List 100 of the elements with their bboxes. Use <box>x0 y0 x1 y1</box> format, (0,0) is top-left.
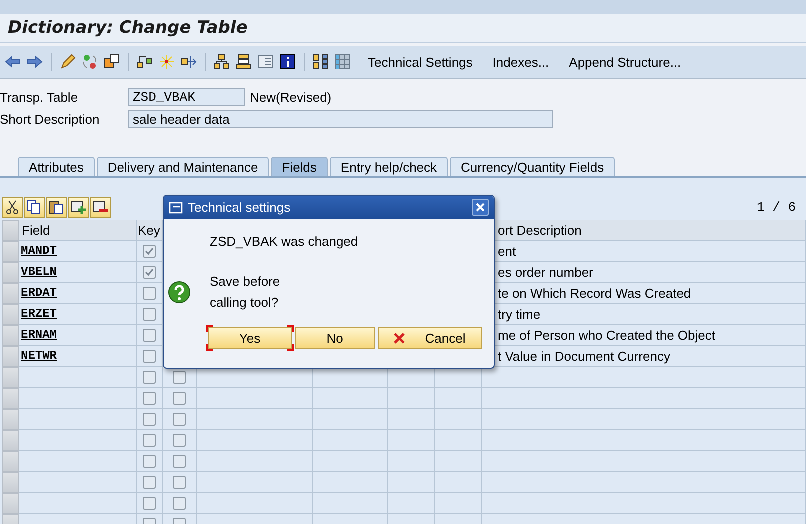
sparkle-icon[interactable] <box>158 53 176 71</box>
checkbox[interactable] <box>143 308 156 320</box>
cut-button[interactable] <box>2 197 23 218</box>
structure-icon[interactable] <box>312 53 330 71</box>
table-cell <box>388 409 435 430</box>
checkbox[interactable] <box>173 454 186 468</box>
row-selector[interactable] <box>2 409 19 430</box>
toolbar-button[interactable]: Technical Settings <box>364 52 477 72</box>
field-name[interactable]: ERZET <box>21 307 58 321</box>
tab[interactable]: Entry help/check <box>330 157 448 176</box>
checkbox[interactable] <box>143 476 156 488</box>
dialog-question: calling tool? <box>210 294 280 312</box>
checkbox[interactable] <box>143 266 156 278</box>
row-selector[interactable] <box>2 304 19 325</box>
stack-icon[interactable] <box>235 53 253 71</box>
copy-button[interactable] <box>24 197 45 218</box>
tab[interactable]: Currency/Quantity Fields <box>450 157 616 176</box>
toolbar-button[interactable]: Indexes... <box>488 52 554 72</box>
copy-icon <box>27 200 42 215</box>
close-icon <box>476 203 485 212</box>
table-cell <box>435 472 482 493</box>
checkbox[interactable] <box>173 434 186 446</box>
tab[interactable]: Attributes <box>18 157 95 176</box>
dialog-button[interactable]: Yes <box>208 327 292 349</box>
row-selector[interactable] <box>2 367 19 388</box>
navigation-icon[interactable] <box>180 53 198 71</box>
field-name[interactable]: ERNAM <box>21 328 58 342</box>
checkbox[interactable] <box>173 496 186 510</box>
row-selector[interactable] <box>2 241 19 262</box>
toolbar-button[interactable]: Append Structure... <box>565 52 686 72</box>
scissors-icon <box>5 200 20 215</box>
delete-row-icon <box>93 200 108 215</box>
table-cell <box>435 493 482 514</box>
field-label: Transp. Table <box>0 90 80 104</box>
question-icon <box>168 280 191 304</box>
description-field[interactable]: sale header data <box>128 110 553 128</box>
field-name[interactable]: VBELN <box>21 265 58 279</box>
row-selector[interactable] <box>2 451 19 472</box>
column-header: Field <box>19 220 137 241</box>
screen-title: Dictionary: Change Table <box>8 18 248 38</box>
dialog-button[interactable]: No <box>295 327 375 349</box>
row-selector[interactable] <box>2 325 19 346</box>
object-copy-icon[interactable] <box>103 53 121 71</box>
hierarchy-icon[interactable] <box>213 53 231 71</box>
table-name-field[interactable]: ZSD_VBAK <box>128 88 245 106</box>
checkbox[interactable] <box>143 496 156 510</box>
status-text: New(Revised) <box>250 90 332 104</box>
row-selector[interactable] <box>2 262 19 283</box>
checkbox[interactable] <box>143 454 156 468</box>
table-cell <box>388 451 435 472</box>
list-window-icon[interactable] <box>257 53 275 71</box>
checkbox[interactable] <box>143 244 156 258</box>
dialog-button[interactable]: Cancel <box>378 327 482 349</box>
checkbox[interactable] <box>143 350 156 362</box>
checkbox[interactable] <box>143 412 156 426</box>
row-selector[interactable] <box>2 430 19 451</box>
row-selector[interactable] <box>2 388 19 409</box>
dialog-question: Save before <box>210 273 280 291</box>
table-cell <box>435 451 482 472</box>
table-cell <box>388 493 435 514</box>
field-name[interactable]: MANDT <box>21 244 58 258</box>
table-cell <box>388 472 435 493</box>
field-label: Short Description <box>0 112 101 126</box>
paste-icon <box>49 200 64 215</box>
dialog-message: ZSD_VBAK was changed <box>210 233 360 251</box>
tab[interactable]: Fields <box>271 157 328 176</box>
insert-row-icon <box>71 200 86 215</box>
checkbox[interactable] <box>143 370 156 384</box>
tab[interactable]: Delivery and Maintenance <box>96 157 270 176</box>
switch-circles-icon[interactable] <box>81 53 99 71</box>
row-selector[interactable] <box>2 472 19 493</box>
page-counter: 1 / 6 <box>756 200 796 215</box>
checkbox[interactable] <box>173 392 186 404</box>
info-icon[interactable] <box>279 53 297 71</box>
delete-row-button[interactable] <box>90 197 111 218</box>
table-cell <box>435 409 482 430</box>
table-cell <box>388 430 435 451</box>
row-selector[interactable] <box>2 283 19 304</box>
checkbox[interactable] <box>143 434 156 446</box>
insert-row-button[interactable] <box>68 197 89 218</box>
field-name[interactable]: NETWR <box>21 349 58 363</box>
forward-arrow-icon[interactable] <box>26 53 44 71</box>
table-cell <box>388 388 435 409</box>
pencil-icon[interactable] <box>59 53 77 71</box>
checkbox[interactable] <box>173 476 186 488</box>
paste-button[interactable] <box>46 197 67 218</box>
dialog-title: Technical settings <box>188 200 292 215</box>
checkbox[interactable] <box>143 392 156 404</box>
row-selector[interactable] <box>2 493 19 514</box>
checkbox[interactable] <box>173 370 186 384</box>
checkbox[interactable] <box>173 412 186 426</box>
checkbox[interactable] <box>143 286 156 300</box>
checkbox[interactable] <box>143 328 156 342</box>
column-header: Key <box>137 220 163 241</box>
close-button[interactable] <box>472 199 489 216</box>
back-arrow-icon[interactable] <box>4 53 22 71</box>
cancel-x-icon <box>394 332 406 344</box>
field-name[interactable]: ERDAT <box>21 286 58 300</box>
window-icon <box>169 202 183 214</box>
row-selector[interactable] <box>2 346 19 367</box>
